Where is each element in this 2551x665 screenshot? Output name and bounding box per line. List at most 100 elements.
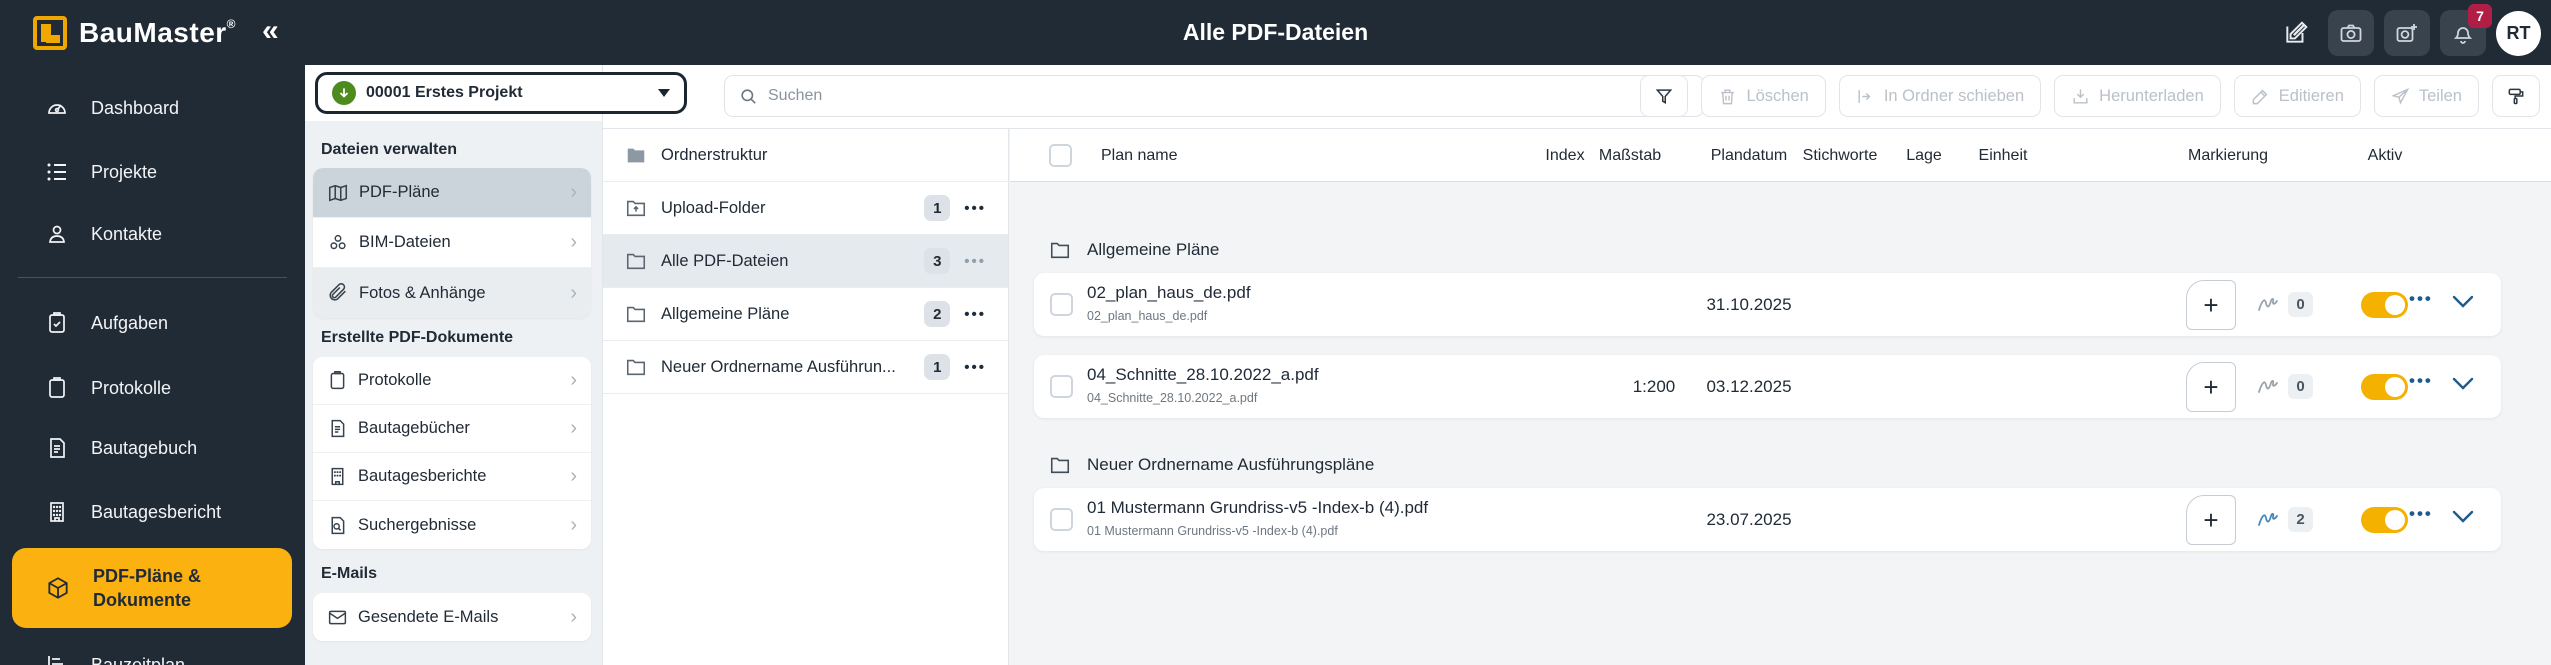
sidebar-item-label: Projekte xyxy=(91,161,158,182)
notifications-bell-button[interactable]: 7 xyxy=(2440,4,2492,56)
sidebar-item-bauzeitplan[interactable]: Bauzeitplan xyxy=(0,643,305,665)
pencil-icon xyxy=(2251,87,2270,106)
sidebar-item-label: Bautagebuch xyxy=(91,437,198,458)
chevron-right-icon: › xyxy=(570,181,577,203)
map-icon xyxy=(327,182,349,204)
file-row-02-plan-haus[interactable]: 02_plan_haus_de.pdf 02_plan_haus_de.pdf … xyxy=(1034,273,2501,336)
add-markierung-button[interactable]: + xyxy=(2186,362,2236,412)
sidebar-item-aufgaben[interactable]: Aufgaben xyxy=(0,301,305,345)
chevron-right-icon: › xyxy=(570,369,577,391)
file-title: 04_Schnitte_28.10.2022_a.pdf xyxy=(1087,365,1319,384)
folder-menu-icon[interactable]: ••• xyxy=(964,253,986,270)
row-checkbox[interactable] xyxy=(1050,293,1073,316)
folder-menu-icon[interactable]: ••• xyxy=(964,359,986,376)
nav-item-label: Bautagebücher xyxy=(358,419,470,437)
share-button[interactable]: Teilen xyxy=(2373,75,2479,117)
chevron-right-icon: › xyxy=(570,281,577,304)
user-avatar[interactable]: RT xyxy=(2496,10,2541,56)
group-row-neuer-ordnername[interactable]: Neuer Ordnername Ausführungspläne xyxy=(1049,454,1374,476)
folder-tree-panel: Ordnerstruktur Upload-Folder 1 ••• Alle … xyxy=(602,129,1009,665)
aktiv-toggle[interactable] xyxy=(2361,292,2408,318)
file-massstab xyxy=(1614,488,1694,551)
document-icon xyxy=(327,418,348,439)
nav-item-pdf-plaene[interactable]: PDF-Pläne › xyxy=(313,168,591,218)
scribble-icon xyxy=(2256,374,2282,398)
aktiv-toggle[interactable] xyxy=(2361,507,2408,533)
download-button[interactable]: Herunterladen xyxy=(2054,75,2221,117)
file-row-01-mustermann[interactable]: 01 Mustermann Grundriss-v5 -Index-b (4).… xyxy=(1034,488,2501,551)
sidebar-item-projekte[interactable]: Projekte xyxy=(0,150,305,194)
chevron-right-icon: › xyxy=(570,605,577,628)
dropdown-caret-icon xyxy=(658,89,670,97)
group-row-allgemeine-plaene[interactable]: Allgemeine Pläne xyxy=(1049,239,1219,261)
sidebar-item-bautagesbericht[interactable]: Bautagesbericht xyxy=(0,490,305,534)
file-subtitle: 01 Mustermann Grundriss-v5 -Index-b (4).… xyxy=(1087,524,1338,538)
nav-item-label: Fotos & Anhänge xyxy=(359,283,486,302)
file-massstab: 1:200 xyxy=(1632,376,1676,396)
chevron-down-icon[interactable] xyxy=(2452,377,2474,391)
search-input[interactable] xyxy=(768,87,1689,105)
list-icon xyxy=(45,160,69,184)
folder-name: Alle PDF-Dateien xyxy=(661,251,789,270)
folder-row-upload-folder[interactable]: Upload-Folder 1 ••• xyxy=(603,182,1008,235)
camera-add-button[interactable] xyxy=(2384,10,2430,56)
row-checkbox[interactable] xyxy=(1050,375,1073,398)
chevron-right-icon: › xyxy=(570,417,577,439)
file-plandatum: 31.10.2025 xyxy=(1706,294,1792,314)
move-to-folder-button[interactable]: In Ordner schieben xyxy=(1838,75,2042,117)
project-selector[interactable]: 00001 Erstes Projekt xyxy=(315,72,687,114)
file-plandatum: 23.07.2025 xyxy=(1706,509,1792,529)
sidebar-item-pdf-plaene-dokumente-active[interactable]: PDF-Pläne & Dokumente xyxy=(12,548,292,628)
paint-roller-button[interactable] xyxy=(2492,75,2540,117)
nav-item-label: Protokolle xyxy=(358,371,432,389)
folder-menu-icon[interactable]: ••• xyxy=(964,200,986,217)
markierung-count-badge: 0 xyxy=(2288,374,2313,399)
column-massstab: Maßstab xyxy=(1598,146,1662,164)
upload-folder-icon xyxy=(625,197,647,219)
nav-item-suchergebnisse[interactable]: Suchergebnisse › xyxy=(313,501,591,549)
nav-item-label: Bautagesberichte xyxy=(358,467,487,485)
aktiv-toggle[interactable] xyxy=(2361,374,2408,400)
markierung-count-badge: 0 xyxy=(2288,292,2313,317)
nav-item-bautagebuecher[interactable]: Bautagebücher › xyxy=(313,405,591,453)
chevron-down-icon[interactable] xyxy=(2452,510,2474,524)
column-markierung: Markierung xyxy=(2187,146,2269,164)
row-menu-icon[interactable]: ••• xyxy=(2409,504,2433,524)
clipboard-check-icon xyxy=(45,311,69,335)
folder-row-neuer-ordnername[interactable]: Neuer Ordnername Ausführun... 1 ••• xyxy=(603,341,1008,394)
edit-button[interactable]: Editieren xyxy=(2233,75,2361,117)
select-all-checkbox[interactable] xyxy=(1049,144,1072,167)
row-menu-icon[interactable]: ••• xyxy=(2409,289,2433,309)
row-menu-icon[interactable]: ••• xyxy=(2409,371,2433,391)
chevron-down-icon[interactable] xyxy=(2452,295,2474,309)
nav-item-gesendete-emails[interactable]: Gesendete E-Mails › xyxy=(313,593,591,641)
toolbar-buttons: Löschen In Ordner schieben Herunterladen… xyxy=(1640,75,2540,117)
filter-funnel-icon xyxy=(1654,86,1674,106)
delete-button[interactable]: Löschen xyxy=(1701,75,1826,117)
envelope-icon xyxy=(327,607,348,628)
file-nav-panel: Dateien verwalten PDF-Pläne › BIM-Dateie… xyxy=(305,65,602,665)
nav-item-bim-dateien[interactable]: BIM-Dateien › xyxy=(313,218,591,268)
folder-row-alle-pdf-dateien[interactable]: Alle PDF-Dateien 3 ••• xyxy=(603,235,1008,288)
nav-item-protokolle[interactable]: Protokolle › xyxy=(313,357,591,405)
page-title: Alle PDF-Dateien xyxy=(1182,19,1369,45)
add-markierung-button[interactable]: + xyxy=(2186,495,2236,545)
camera-button[interactable] xyxy=(2328,10,2374,56)
edit-note-icon[interactable] xyxy=(2274,11,2318,55)
file-title: 02_plan_haus_de.pdf xyxy=(1087,283,1251,302)
nav-item-bautagesberichte[interactable]: Bautagesberichte › xyxy=(313,453,591,501)
sidebar-item-kontakte[interactable]: Kontakte xyxy=(0,212,305,256)
folder-menu-icon[interactable]: ••• xyxy=(964,306,986,323)
add-markierung-button[interactable]: + xyxy=(2186,280,2236,330)
sidebar-item-dashboard[interactable]: Dashboard xyxy=(0,86,305,130)
file-row-04-schnitte[interactable]: 04_Schnitte_28.10.2022_a.pdf 04_Schnitte… xyxy=(1034,355,2501,418)
sidebar-item-protokolle[interactable]: Protokolle xyxy=(0,366,305,410)
nav-item-fotos-anhaenge[interactable]: Fotos & Anhänge › xyxy=(313,268,591,318)
filter-button[interactable] xyxy=(1640,75,1689,117)
button-label: Teilen xyxy=(2418,86,2462,105)
row-checkbox[interactable] xyxy=(1050,508,1073,531)
sidebar-item-label: Bauzeitplan xyxy=(91,654,186,665)
folder-row-allgemeine-plaene[interactable]: Allgemeine Pläne 2 ••• xyxy=(603,288,1008,341)
chevron-right-icon: › xyxy=(570,465,577,487)
sidebar-item-bautagebuch[interactable]: Bautagebuch xyxy=(0,426,305,470)
